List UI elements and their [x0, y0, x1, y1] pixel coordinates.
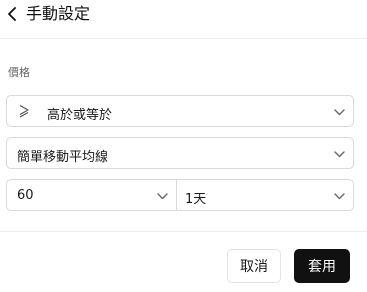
section-label: 價格: [8, 66, 30, 79]
manual-settings-panel: 手動設定 價格 高於或等於 簡單移動平均線 60 1天 取消 套用: [0, 0, 367, 292]
timeframe-select[interactable]: 1天: [176, 179, 354, 211]
condition-value: 高於或等於: [47, 108, 113, 123]
back-button[interactable]: [4, 6, 20, 22]
chevron-down-icon: [333, 148, 345, 160]
period-value: 60: [17, 188, 34, 203]
period-select[interactable]: 60: [6, 179, 177, 211]
timeframe-value: 1天: [185, 192, 207, 207]
chevron-down-icon: [156, 190, 168, 202]
greater-equal-icon: [19, 104, 29, 118]
header-divider: [0, 38, 367, 39]
indicator-select[interactable]: 簡單移動平均線: [6, 137, 354, 169]
apply-button[interactable]: 套用: [294, 249, 350, 283]
cancel-button[interactable]: 取消: [227, 249, 281, 283]
footer-divider: [0, 231, 367, 232]
page-title: 手動設定: [26, 4, 91, 23]
condition-select[interactable]: 高於或等於: [6, 95, 354, 127]
header: 手動設定: [0, 0, 367, 34]
indicator-value: 簡單移動平均線: [17, 150, 109, 165]
chevron-down-icon: [333, 190, 345, 202]
chevron-down-icon: [333, 106, 345, 118]
chevron-left-icon: [8, 7, 16, 21]
